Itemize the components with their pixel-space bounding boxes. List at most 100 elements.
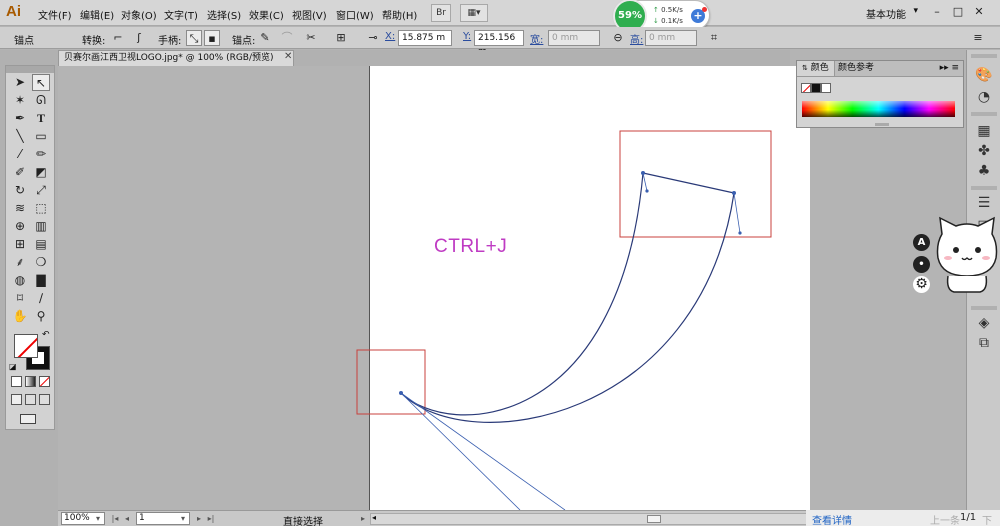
convert-corner-icon[interactable]: ⌐ [110,30,126,46]
artboard-icon[interactable]: ⌑ [11,290,29,307]
swap-fill-stroke-icon[interactable]: ↶ [42,330,50,340]
scroll-thumb[interactable] [647,515,661,523]
brushes-icon[interactable]: ✤ [975,142,993,160]
scroll-left-icon[interactable]: ◂ [372,513,376,522]
horizontal-scrollbar[interactable]: ◂ [370,513,810,525]
warp-icon[interactable]: ≋ [11,200,29,217]
view-details-link[interactable]: 查看详情 [812,512,852,526]
type-icon[interactable]: T [32,110,50,127]
eraser-icon[interactable]: ◩ [32,164,50,181]
menu-view[interactable]: 视图(V) [292,7,327,22]
hide-handles-icon[interactable]: ▪ [204,30,220,46]
color-panel-icon[interactable]: 🎨 [975,66,993,84]
fill-swatch[interactable] [14,334,38,358]
tab-color[interactable]: ⇅ 颜色 [797,61,835,76]
brush-icon[interactable]: ⁄ [11,146,29,163]
artboards-panel-icon[interactable]: ⧉ [975,334,993,352]
face-icon[interactable]: • [913,256,930,273]
hand-icon[interactable]: ✋ [11,308,29,325]
menu-effect[interactable]: 效果(C) [249,7,284,22]
lasso-icon[interactable]: ᘏ [32,92,50,109]
pencil-icon[interactable]: ✏ [32,146,50,163]
pen-icon[interactable]: ✒ [11,110,29,127]
connect-anchor-icon[interactable]: ⌒ [279,30,295,46]
mesh-icon[interactable]: ⊞ [11,236,29,253]
panel-options-icon[interactable]: ▸▸ ≡ [940,63,959,73]
magic-wand-icon[interactable]: ✶ [11,92,29,109]
zoom-dropdown-icon[interactable]: ▾ [93,512,103,525]
prev-link[interactable]: 上一条 [930,512,960,526]
draw-inside-icon[interactable] [39,394,50,405]
black-swatch[interactable] [811,83,821,93]
direct-selection-icon[interactable]: ↖ [32,74,50,91]
line-icon[interactable]: ╲ [11,128,29,145]
menu-object[interactable]: 对象(O) [121,7,157,22]
menu-edit[interactable]: 编辑(E) [80,7,114,22]
color-mode-icon[interactable] [11,376,22,387]
tools-panel-header[interactable] [6,66,54,73]
shape-builder-icon[interactable]: ⊕ [11,218,29,235]
document-tab[interactable]: 贝赛尔画江西卫视LOGO.jpg* @ 100% (RGB/预览) [58,50,294,66]
free-transform-icon[interactable]: ⬚ [32,200,50,217]
column-graph-icon[interactable]: ▇ [32,272,50,289]
menu-type[interactable]: 文字(T) [164,7,198,22]
maximize-button[interactable]: □ [951,5,965,19]
color-guide-icon[interactable]: ◔ [975,88,993,106]
next-artboard-icon[interactable]: ▸ [194,512,204,525]
stroke-icon[interactable]: ☰ [975,194,993,212]
draw-behind-icon[interactable] [25,394,36,405]
selection-arrow-icon[interactable]: ➤ [11,74,29,91]
transform-icon[interactable]: ⌗ [706,30,722,46]
remove-anchor-icon[interactable]: ✎ [257,30,273,46]
network-speed-widget[interactable]: 59% ↑ 0.5K/s ↓ 0.1K/s + [613,0,710,33]
isolate-icon[interactable]: ⊞ [333,30,349,46]
x-field[interactable]: 15.875 m [398,30,452,46]
width-field[interactable]: 0 mm [548,30,600,46]
menu-file[interactable]: 文件(F) [38,7,72,22]
y-field[interactable]: 215.156 m [474,30,524,57]
gradient-icon[interactable]: ▤ [32,236,50,253]
blob-brush-icon[interactable]: ✐ [11,164,29,181]
zoom-icon[interactable]: ⚲ [32,308,50,325]
workspace-switcher[interactable]: 基本功能 [866,6,906,21]
first-artboard-icon[interactable]: |◂ [110,512,120,525]
eyedropper-icon[interactable]: ⸙ [11,254,29,271]
scale-icon[interactable]: ⤢ [32,182,50,199]
settings-gear-icon[interactable]: ⚙ [913,276,930,293]
color-spectrum[interactable] [802,101,955,117]
menu-help[interactable]: 帮助(H) [382,7,417,22]
white-swatch[interactable] [821,83,831,93]
cat-mascot-icon[interactable] [934,214,1000,296]
chevron-down-icon[interactable]: ▾ [913,6,918,16]
swatches-icon[interactable]: ▦ [975,122,993,140]
bridge-button[interactable]: Br [431,4,451,22]
arrange-documents-button[interactable]: ▦▾ [460,4,488,22]
tab-color-guide[interactable]: 颜色参考 [833,61,879,76]
none-mode-icon[interactable] [39,376,50,387]
minimize-button[interactable]: – [930,5,944,19]
gradient-mode-icon[interactable] [25,376,36,387]
panel-menu-icon[interactable]: ≡ [970,30,986,46]
font-a-icon[interactable]: A [913,234,930,251]
layers-icon[interactable]: ◈ [975,314,993,332]
convert-smooth-icon[interactable]: ʃ [131,30,147,46]
panel-resize-grip[interactable] [875,123,889,126]
last-artboard-icon[interactable]: ▸| [206,512,216,525]
symbol-sprayer-icon[interactable]: ◍ [11,272,29,289]
screen-mode-icon[interactable] [20,414,36,424]
close-tab-icon[interactable]: ✕ [284,51,292,62]
rotate-icon[interactable]: ↻ [11,182,29,199]
artboard[interactable] [369,66,810,510]
symbols-icon[interactable]: ♣ [975,162,993,180]
dock-grip[interactable] [971,54,997,58]
menu-select[interactable]: 选择(S) [207,7,241,22]
prev-artboard-icon[interactable]: ◂ [122,512,132,525]
rectangle-icon[interactable]: ▭ [32,128,50,145]
align-icon[interactable]: ⊸ [365,30,381,46]
default-fill-stroke-icon[interactable]: ◪ [9,362,17,371]
menu-window[interactable]: 窗口(W) [336,7,374,22]
none-swatch[interactable] [801,83,811,93]
blend-icon[interactable]: ❍ [32,254,50,271]
close-button[interactable]: ✕ [972,5,986,19]
show-handles-icon[interactable]: ⤡ [186,30,202,46]
